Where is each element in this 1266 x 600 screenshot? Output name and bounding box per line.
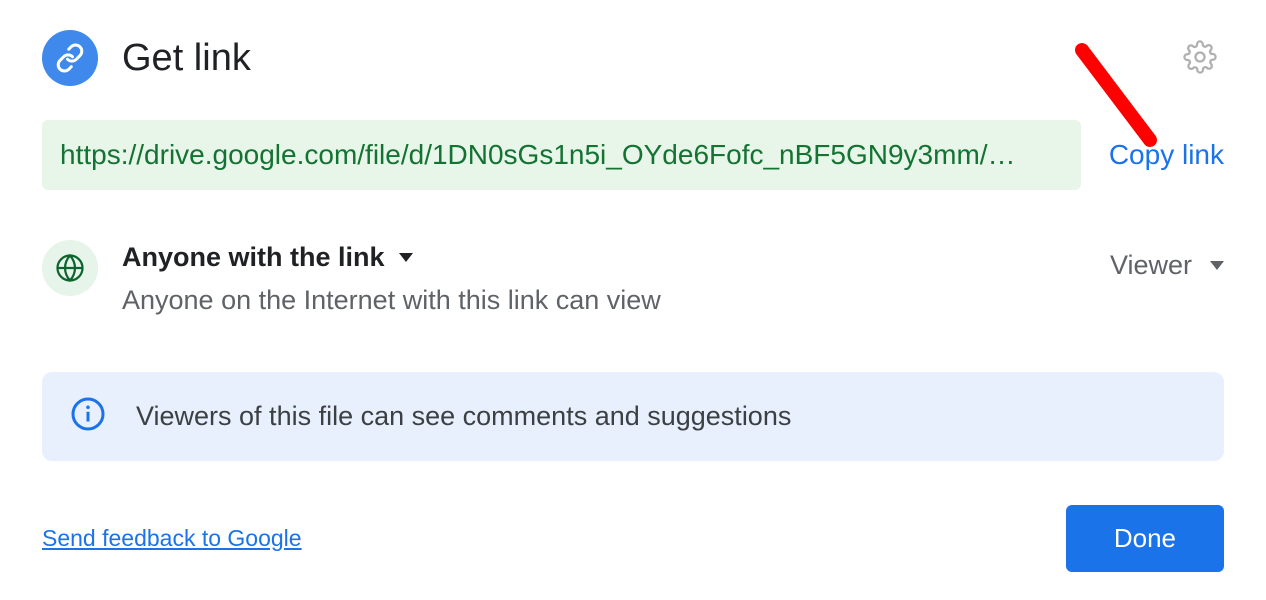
scope-description: Anyone on the Internet with this link ca… (122, 285, 1086, 316)
done-button[interactable]: Done (1066, 505, 1224, 572)
settings-button[interactable] (1176, 34, 1224, 82)
scope-row: Anyone with the link Anyone on the Inter… (42, 240, 1224, 316)
scope-select[interactable]: Anyone with the link (122, 240, 413, 279)
info-icon (70, 396, 106, 437)
dialog-footer: Send feedback to Google Done (42, 505, 1224, 572)
role-select-label: Viewer (1110, 250, 1192, 281)
info-banner: Viewers of this file can see comments an… (42, 372, 1224, 461)
info-text: Viewers of this file can see comments an… (136, 401, 791, 432)
share-dialog: Get link https://drive.google.com/file/d… (0, 0, 1266, 600)
role-select[interactable]: Viewer (1110, 244, 1224, 287)
link-icon (42, 30, 98, 86)
copy-link-button[interactable]: Copy link (1109, 133, 1224, 177)
chevron-down-icon (1210, 261, 1224, 270)
globe-icon (42, 240, 98, 296)
dialog-header: Get link (42, 30, 1224, 86)
scope-column: Anyone with the link Anyone on the Inter… (122, 240, 1086, 316)
chevron-down-icon (399, 253, 413, 262)
url-row: https://drive.google.com/file/d/1DN0sGs1… (42, 120, 1224, 190)
feedback-link[interactable]: Send feedback to Google (42, 525, 302, 552)
share-url-field[interactable]: https://drive.google.com/file/d/1DN0sGs1… (42, 120, 1081, 190)
gear-icon (1183, 40, 1217, 77)
scope-select-label: Anyone with the link (122, 242, 385, 273)
dialog-title: Get link (122, 37, 1152, 80)
